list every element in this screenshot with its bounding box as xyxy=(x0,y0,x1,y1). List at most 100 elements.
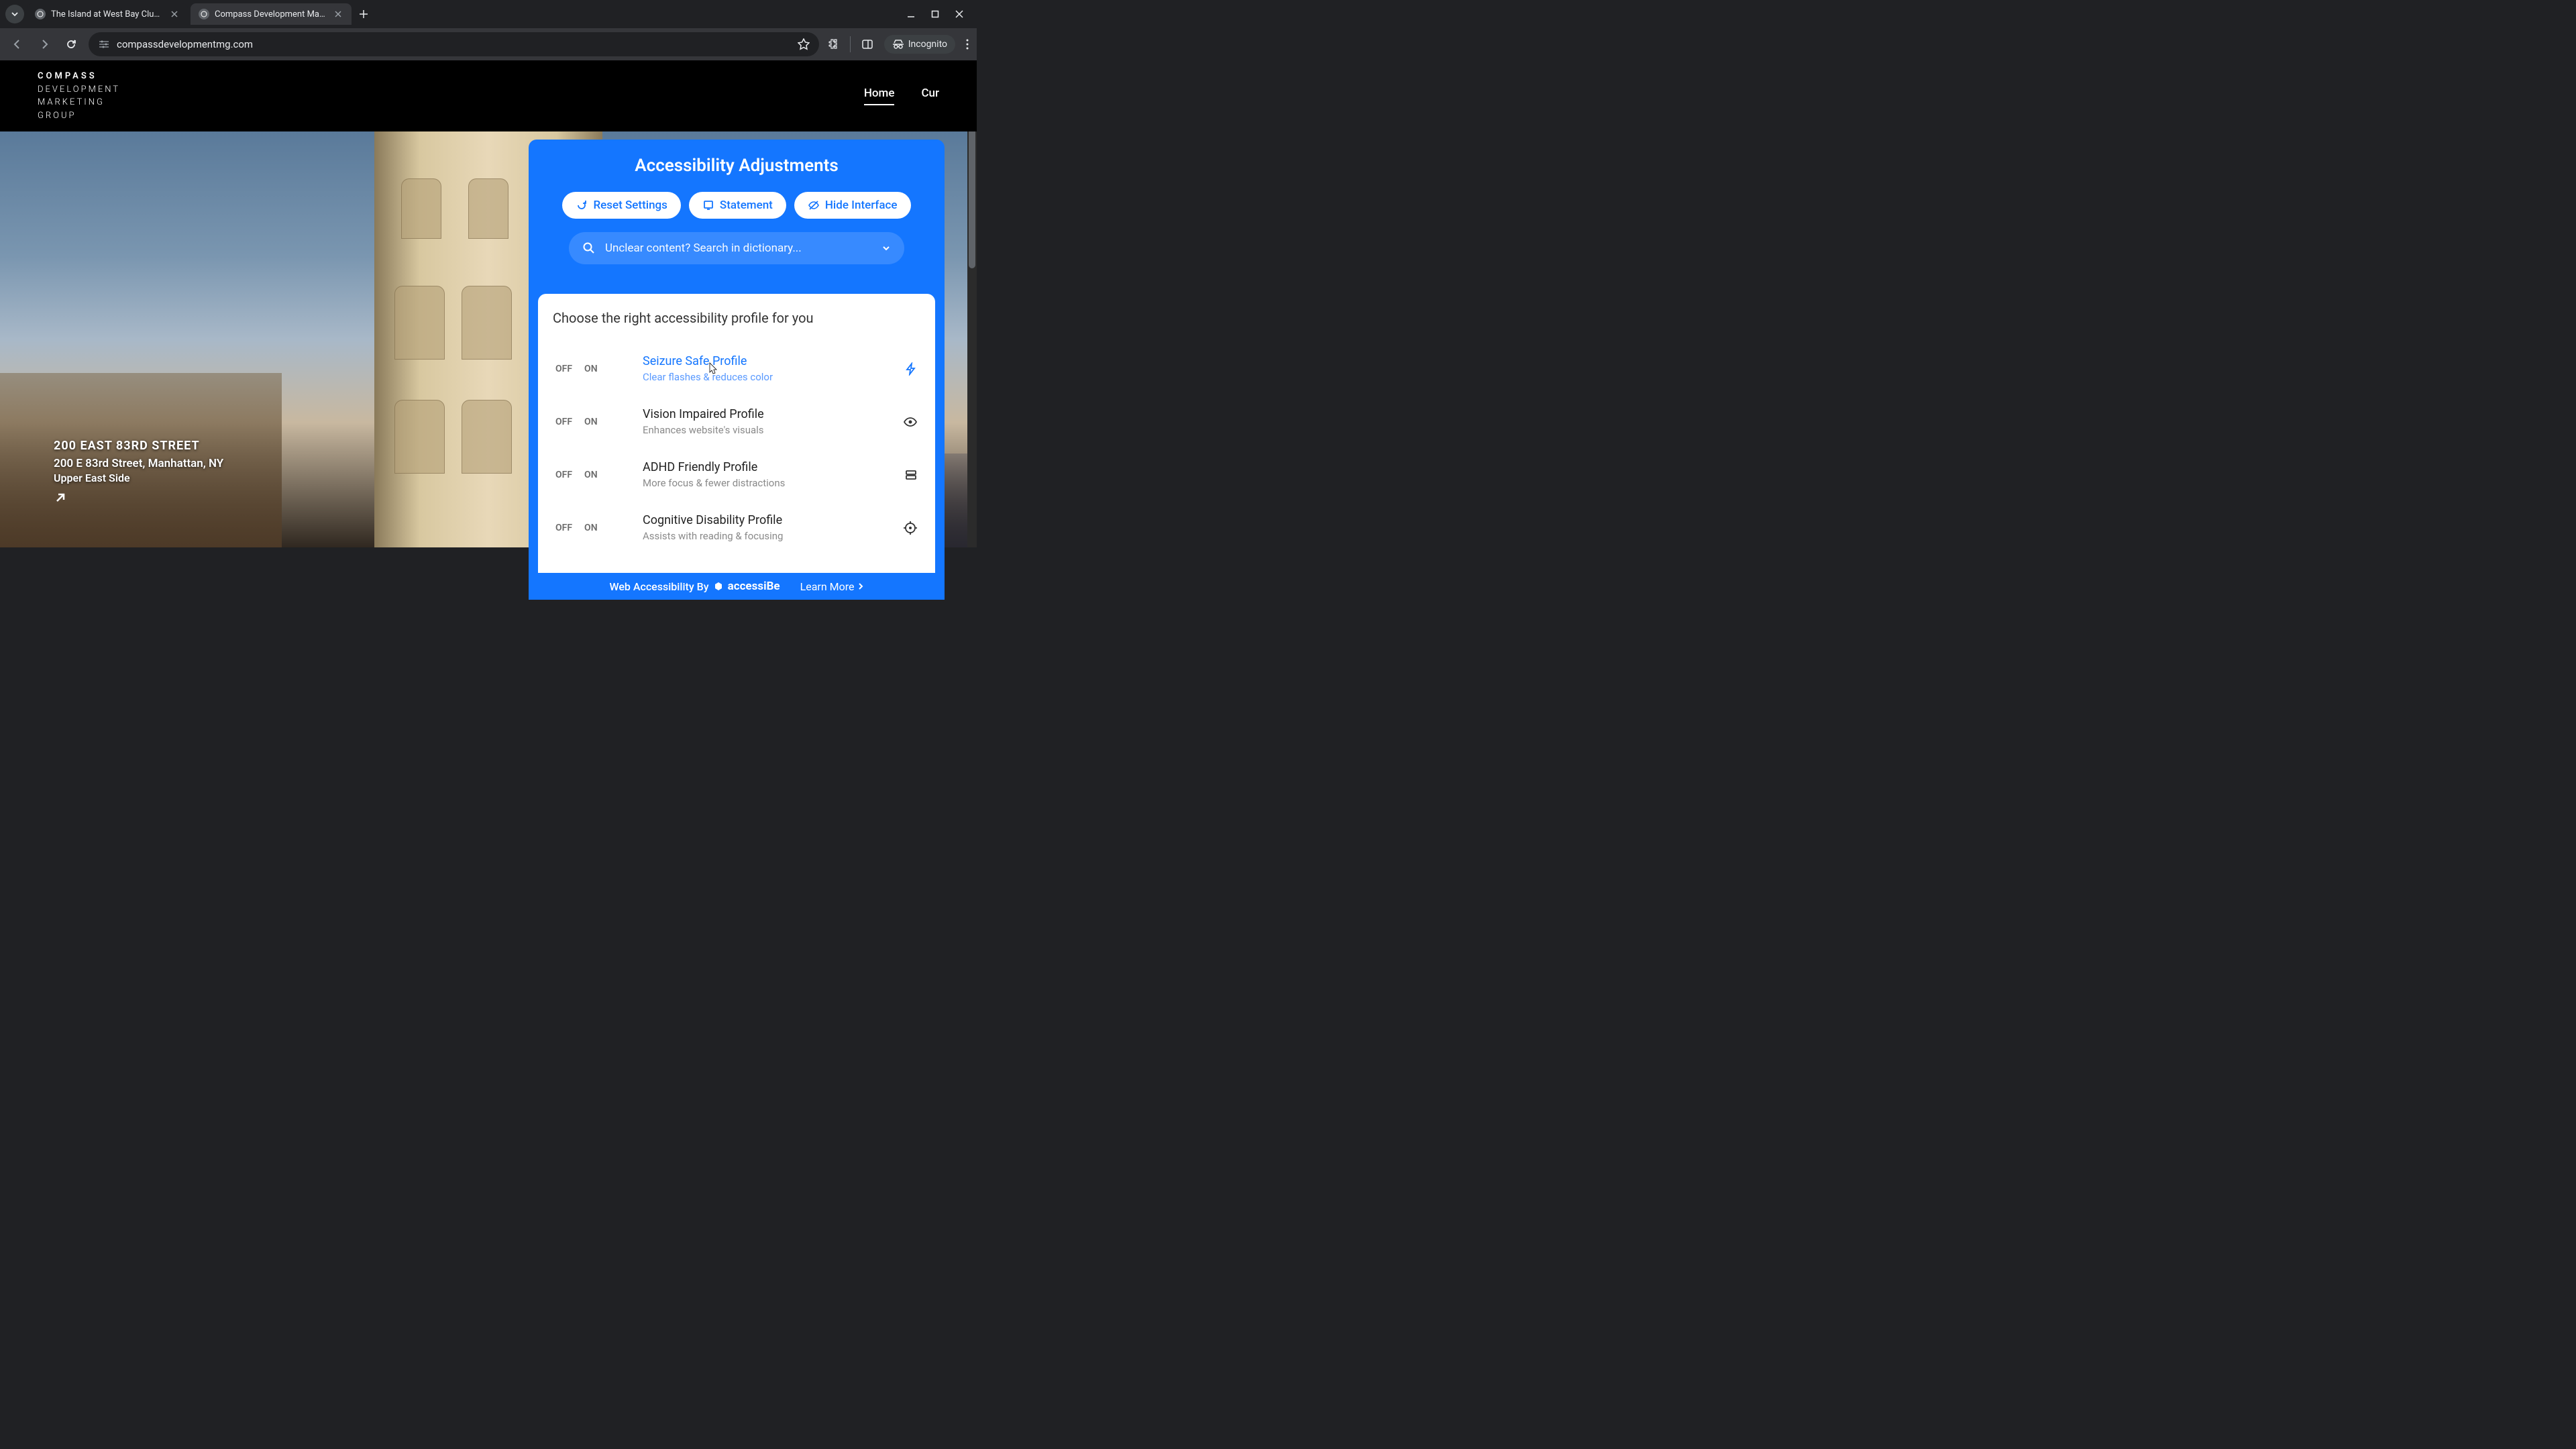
tune-icon xyxy=(98,40,110,49)
target-icon xyxy=(903,521,918,535)
incognito-label: Incognito xyxy=(908,39,947,50)
property-address: 200 E 83rd Street, Manhattan, NY xyxy=(54,457,223,470)
close-window-button[interactable] xyxy=(955,10,963,18)
profile-adhd-friendly: OFF ON ADHD Friendly Profile More focus … xyxy=(550,448,923,501)
footer-brand-name: accessiBe xyxy=(728,580,780,593)
bookmark-button[interactable] xyxy=(798,38,810,50)
maximize-button[interactable] xyxy=(931,10,939,18)
arrow-up-right-icon xyxy=(54,491,67,504)
profile-toggle[interactable]: OFF ON xyxy=(555,417,629,427)
toolbar-right: Incognito xyxy=(827,35,969,54)
star-icon xyxy=(798,38,810,50)
toggle-on[interactable]: ON xyxy=(584,523,598,533)
minimize-icon xyxy=(907,10,915,18)
incognito-badge[interactable]: Incognito xyxy=(884,35,955,54)
lightning-icon xyxy=(904,362,918,376)
reload-button[interactable] xyxy=(62,35,80,54)
nav-cur[interactable]: Cur xyxy=(921,87,939,105)
incognito-icon xyxy=(892,40,904,49)
site-settings-button[interactable] xyxy=(98,40,110,49)
statement-button[interactable]: Statement xyxy=(689,192,786,219)
search-placeholder: Unclear content? Search in dictionary... xyxy=(605,241,872,255)
toggle-off[interactable]: OFF xyxy=(555,523,572,533)
footer-by-label: Web Accessibility By xyxy=(609,580,708,593)
link-label: Learn More xyxy=(800,580,855,593)
dots-vertical-icon xyxy=(966,39,969,50)
close-icon xyxy=(335,11,341,17)
layout-icon xyxy=(904,468,918,482)
toggle-on[interactable]: ON xyxy=(584,470,598,480)
button-label: Statement xyxy=(720,199,773,212)
section-heading: Choose the right accessibility profile f… xyxy=(550,310,923,326)
learn-more-link[interactable]: Learn More xyxy=(800,580,864,593)
button-label: Reset Settings xyxy=(593,199,667,212)
profile-name: Vision Impaired Profile xyxy=(643,407,890,421)
side-panel-button[interactable] xyxy=(861,38,873,50)
a11y-footer: Web Accessibility By accessiBe Learn Mor… xyxy=(529,573,945,600)
profile-info: ADHD Friendly Profile More focus & fewer… xyxy=(643,460,891,489)
document-icon xyxy=(702,199,714,211)
toggle-on[interactable]: ON xyxy=(584,417,598,427)
tab-favicon-icon xyxy=(199,9,209,19)
profile-name: Seizure Safe Profile xyxy=(643,354,891,368)
page-scrollbar[interactable] xyxy=(967,121,977,547)
panel-icon xyxy=(861,38,873,50)
back-button[interactable] xyxy=(8,35,27,54)
eye-off-icon xyxy=(808,199,820,211)
toggle-off[interactable]: OFF xyxy=(555,417,572,427)
toggle-on[interactable]: ON xyxy=(584,364,598,374)
toggle-off[interactable]: OFF xyxy=(555,364,572,374)
arrow-right-icon xyxy=(38,38,50,50)
profile-toggle[interactable]: OFF ON xyxy=(555,364,629,374)
tab-close-button[interactable] xyxy=(169,9,180,19)
reset-settings-button[interactable]: Reset Settings xyxy=(562,192,680,219)
browser-toolbar: compassdevelopmentmg.com Incognito xyxy=(0,28,977,60)
chevron-right-icon xyxy=(857,583,864,590)
property-title: 200 EAST 83RD STREET xyxy=(54,439,223,453)
site-logo[interactable]: COMPASS DEVELOPMENT MARKETING GROUP xyxy=(38,70,120,122)
profile-info: Cognitive Disability Profile Assists wit… xyxy=(643,513,890,542)
arrow-left-icon xyxy=(11,38,23,50)
browser-tab[interactable]: The Island at West Bay Club at xyxy=(27,3,188,25)
logo-line: DEVELOPMENT xyxy=(38,83,120,97)
chevron-down-icon xyxy=(881,244,891,253)
extensions-button[interactable] xyxy=(827,38,839,50)
a11y-profiles-section: Choose the right accessibility profile f… xyxy=(538,294,935,573)
new-tab-button[interactable] xyxy=(354,5,373,23)
toggle-off[interactable]: OFF xyxy=(555,470,572,480)
a11y-footer-brand: Web Accessibility By accessiBe xyxy=(609,580,780,593)
forward-button[interactable] xyxy=(35,35,54,54)
address-bar[interactable]: compassdevelopmentmg.com xyxy=(89,32,819,56)
plus-icon xyxy=(359,9,368,19)
hide-interface-button[interactable]: Hide Interface xyxy=(794,192,911,219)
tab-strip: The Island at West Bay Club at Compass D… xyxy=(0,0,977,28)
scrollbar-thumb[interactable] xyxy=(969,121,975,268)
site-header: COMPASS DEVELOPMENT MARKETING GROUP Home… xyxy=(0,60,977,131)
window-controls xyxy=(907,10,971,18)
tab-close-button[interactable] xyxy=(333,9,343,19)
property-link-arrow[interactable] xyxy=(54,494,67,507)
search-icon xyxy=(582,241,596,255)
accessibe-logo-icon xyxy=(713,581,724,592)
minimize-button[interactable] xyxy=(907,10,915,18)
menu-button[interactable] xyxy=(966,39,969,50)
profile-desc: Assists with reading & focusing xyxy=(643,530,890,542)
hero-caption: 200 EAST 83RD STREET 200 E 83rd Street, … xyxy=(54,439,223,507)
profile-toggle[interactable]: OFF ON xyxy=(555,523,629,533)
reset-icon xyxy=(576,199,588,211)
profile-desc: More focus & fewer distractions xyxy=(643,477,891,489)
profile-cognitive-disability: OFF ON Cognitive Disability Profile Assi… xyxy=(550,501,923,554)
property-area: Upper East Side xyxy=(54,472,223,484)
dictionary-search[interactable]: Unclear content? Search in dictionary... xyxy=(569,232,904,264)
profile-desc: Enhances website's visuals xyxy=(643,424,890,436)
profile-info: Vision Impaired Profile Enhances website… xyxy=(643,407,890,436)
profile-toggle[interactable]: OFF ON xyxy=(555,470,629,480)
browser-tab-active[interactable]: Compass Development Marketi xyxy=(191,3,352,25)
logo-line: MARKETING xyxy=(38,96,120,109)
profile-vision-impaired: OFF ON Vision Impaired Profile Enhances … xyxy=(550,395,923,448)
tab-favicon-icon xyxy=(35,9,46,19)
tab-search-button[interactable] xyxy=(5,5,24,23)
reload-icon xyxy=(65,38,77,50)
maximize-icon xyxy=(931,10,939,18)
nav-home[interactable]: Home xyxy=(864,87,895,105)
